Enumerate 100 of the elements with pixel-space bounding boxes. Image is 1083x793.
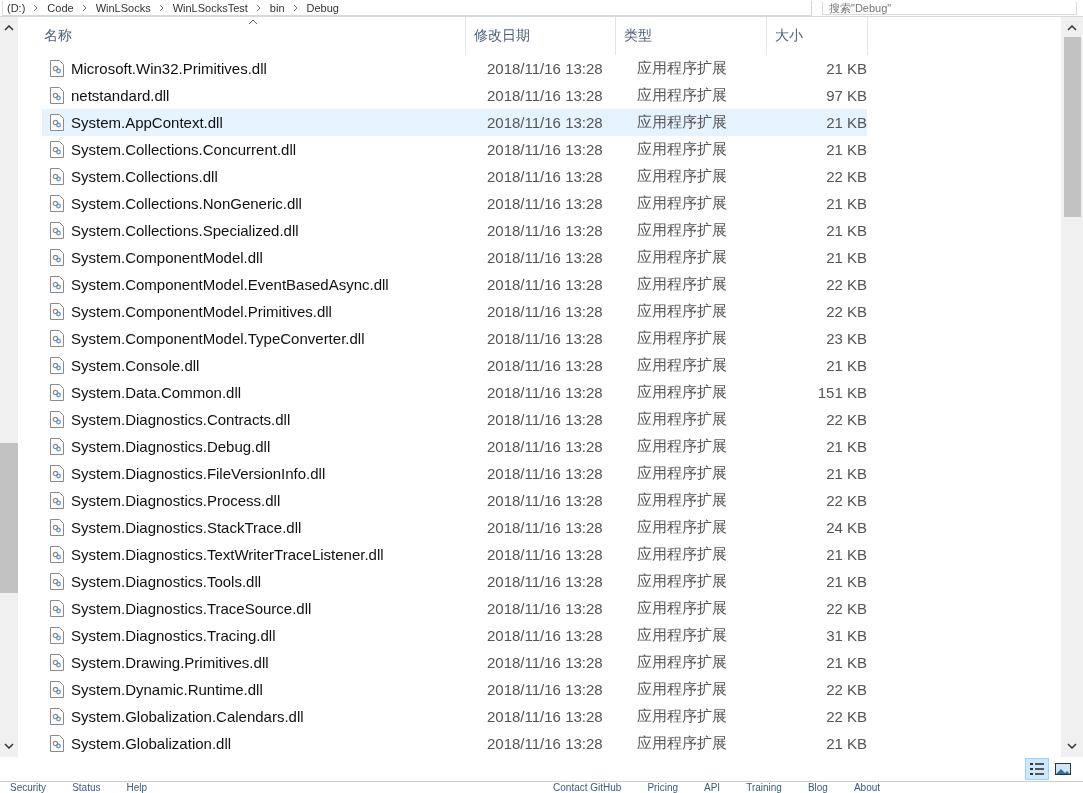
scroll-up-icon[interactable] <box>4 25 14 31</box>
file-size: 21 KB <box>825 357 867 374</box>
dll-file-icon <box>50 168 64 185</box>
file-row[interactable]: System.Diagnostics.StackTrace.dll 2018/11/16 13:28 应用程序扩展 24 KB <box>42 514 867 541</box>
footer-link[interactable]: Security <box>10 782 47 793</box>
scrollbar[interactable] <box>1061 17 1083 757</box>
file-row[interactable]: System.Diagnostics.Tools.dll 2018/11/16 13:28 应用程序扩展 21 KB <box>42 568 867 595</box>
breadcrumb[interactable]: Code <box>47 1 74 14</box>
modified-date: 2018/11/16 13:28 <box>487 222 604 239</box>
address-bar[interactable]: (D:) Code WinLSocks WinLSocksTest bin Debug <box>2 0 812 16</box>
modified-date: 2018/11/16 13:28 <box>487 276 604 293</box>
file-name: System.Collections.NonGeneric.dll <box>71 195 302 212</box>
breadcrumb[interactable]: (D:) <box>7 1 26 14</box>
file-row[interactable]: System.Collections.NonGeneric.dll 2018/11/16 13:28 应用程序扩展 21 KB <box>42 190 867 217</box>
modified-date: 2018/11/16 13:28 <box>487 519 604 536</box>
file-name: System.ComponentModel.dll <box>71 249 263 266</box>
file-row[interactable]: Microsoft.Win32.Primitives.dll 2018/11/16 13:28 应用程序扩展 21 KB <box>42 55 867 82</box>
dll-file-icon <box>50 438 64 455</box>
scroll-down-icon[interactable] <box>1067 743 1077 749</box>
modified-date: 2018/11/16 13:28 <box>487 654 604 671</box>
modified-date: 2018/11/16 13:28 <box>487 114 604 131</box>
file-row[interactable]: System.ComponentModel.TypeConverter.dll 2018/11/16 13:28 应用程序扩展 23 KB <box>42 325 867 352</box>
file-row[interactable]: netstandard.dll 2018/11/16 13:28 应用程序扩展 97 KB <box>42 82 867 109</box>
file-row[interactable]: System.Diagnostics.Process.dll 2018/11/16 13:28 应用程序扩展 22 KB <box>42 487 867 514</box>
footer-link[interactable]: About <box>853 782 881 793</box>
file-size: 21 KB <box>825 60 867 77</box>
column-header[interactable]: 修改日期 <box>466 17 616 55</box>
file-row[interactable]: System.ComponentModel.EventBasedAsync.dll 2018/11/16 13:28 应用程序扩展 22 KB <box>42 271 867 298</box>
scrollbar-thumb[interactable] <box>0 443 18 593</box>
file-row[interactable]: System.AppContext.dll 2018/11/16 13:28 应用程序扩展 21 KB <box>42 109 867 136</box>
file-name: netstandard.dll <box>71 87 170 104</box>
file-name: System.Diagnostics.Tracing.dll <box>71 627 276 644</box>
dll-file-icon <box>50 276 64 293</box>
breadcrumb[interactable]: Debug <box>306 1 339 14</box>
file-name: System.Dynamic.Runtime.dll <box>71 681 263 698</box>
dll-file-icon <box>50 735 64 752</box>
column-header[interactable]: 名称 <box>42 17 466 55</box>
footer-link[interactable]: Pricing <box>647 782 678 793</box>
details-list-icon <box>1029 762 1045 776</box>
dll-file-icon <box>50 249 64 266</box>
details-view-button[interactable] <box>1025 758 1049 780</box>
file-type: 应用程序扩展 <box>637 302 728 321</box>
file-type: 应用程序扩展 <box>637 491 728 510</box>
file-row[interactable]: System.Data.Common.dll 2018/11/16 13:28 应用程序扩展 151 KB <box>42 379 867 406</box>
file-size: 31 KB <box>825 627 867 644</box>
file-name: System.Diagnostics.Debug.dll <box>71 438 271 455</box>
file-size: 22 KB <box>825 168 867 185</box>
column-header[interactable]: 类型 <box>616 17 767 55</box>
scrollbar[interactable] <box>0 17 18 757</box>
file-size: 97 KB <box>825 87 867 104</box>
file-row[interactable]: System.Console.dll 2018/11/16 13:28 应用程序扩展 21 KB <box>42 352 867 379</box>
file-row[interactable]: System.Diagnostics.TextWriterTraceListener.dll 2018/11/16 13:28 应用程序扩展 21 KB <box>42 541 867 568</box>
dll-file-icon <box>50 384 64 401</box>
file-size: 21 KB <box>825 195 867 212</box>
modified-date: 2018/11/16 13:28 <box>487 438 604 455</box>
file-row[interactable]: System.ComponentModel.dll 2018/11/16 13:28 应用程序扩展 21 KB <box>42 244 867 271</box>
dll-file-icon <box>50 60 64 77</box>
search-field[interactable]: 搜索"Debug" <box>822 1 1077 15</box>
file-name: System.Collections.Specialized.dll <box>71 222 299 239</box>
column-header[interactable]: 大小 <box>767 17 868 55</box>
footer-link[interactable]: Status <box>72 782 101 793</box>
scroll-up-icon[interactable] <box>1067 25 1077 31</box>
modified-date: 2018/11/16 13:28 <box>487 303 604 320</box>
modified-date: 2018/11/16 13:28 <box>487 546 604 563</box>
file-name: System.ComponentModel.TypeConverter.dll <box>71 330 365 347</box>
file-row[interactable]: System.Diagnostics.FileVersionInfo.dll 2018/11/16 13:28 应用程序扩展 21 KB <box>42 460 867 487</box>
file-row[interactable]: System.Globalization.Calendars.dll 2018/11/16 13:28 应用程序扩展 22 KB <box>42 703 867 730</box>
footer-link[interactable]: API <box>704 782 721 793</box>
file-row[interactable]: System.Diagnostics.Tracing.dll 2018/11/16 13:28 应用程序扩展 31 KB <box>42 622 867 649</box>
footer-link[interactable]: Training <box>746 782 782 793</box>
file-type: 应用程序扩展 <box>637 86 728 105</box>
file-name: System.Drawing.Primitives.dll <box>71 654 269 671</box>
breadcrumb[interactable]: bin <box>269 1 285 14</box>
footer-link[interactable]: Contact GitHub <box>553 782 622 793</box>
modified-date: 2018/11/16 13:28 <box>487 168 604 185</box>
modified-date: 2018/11/16 13:28 <box>487 195 604 212</box>
breadcrumb[interactable]: WinLSocks <box>95 1 151 14</box>
scrollbar-thumb[interactable] <box>1063 37 1081 217</box>
file-row[interactable]: System.Drawing.Primitives.dll 2018/11/16 13:28 应用程序扩展 21 KB <box>42 649 867 676</box>
dll-file-icon <box>50 681 64 698</box>
file-row[interactable]: System.Collections.Specialized.dll 2018/11/16 13:28 应用程序扩展 21 KB <box>42 217 867 244</box>
file-name: System.Data.Common.dll <box>71 384 242 401</box>
file-row[interactable]: System.Collections.Concurrent.dll 2018/11/16 13:28 应用程序扩展 21 KB <box>42 136 867 163</box>
file-row[interactable]: System.Collections.dll 2018/11/16 13:28 应用程序扩展 22 KB <box>42 163 867 190</box>
footer-link[interactable]: Blog <box>807 782 828 793</box>
file-name: System.Diagnostics.TraceSource.dll <box>71 600 312 617</box>
modified-date: 2018/11/16 13:28 <box>487 384 604 401</box>
footer-link[interactable]: Help <box>126 782 148 793</box>
file-row[interactable]: System.ComponentModel.Primitives.dll 2018/11/16 13:28 应用程序扩展 22 KB <box>42 298 867 325</box>
file-row[interactable]: System.Diagnostics.TraceSource.dll 2018/11/16 13:28 应用程序扩展 22 KB <box>42 595 867 622</box>
breadcrumb[interactable]: WinLSocksTest <box>172 1 248 14</box>
file-row[interactable]: System.Dynamic.Runtime.dll 2018/11/16 13:28 应用程序扩展 22 KB <box>42 676 867 703</box>
file-name: System.Diagnostics.Contracts.dll <box>71 411 291 428</box>
scroll-down-icon[interactable] <box>4 743 14 749</box>
chevron-icon <box>292 3 299 12</box>
file-row[interactable]: System.Globalization.dll 2018/11/16 13:28 应用程序扩展 21 KB <box>42 730 867 757</box>
chevron-icon <box>81 3 88 12</box>
file-row[interactable]: System.Diagnostics.Debug.dll 2018/11/16 13:28 应用程序扩展 21 KB <box>42 433 867 460</box>
file-row[interactable]: System.Diagnostics.Contracts.dll 2018/11/16 13:28 应用程序扩展 22 KB <box>42 406 867 433</box>
file-type: 应用程序扩展 <box>637 626 728 645</box>
